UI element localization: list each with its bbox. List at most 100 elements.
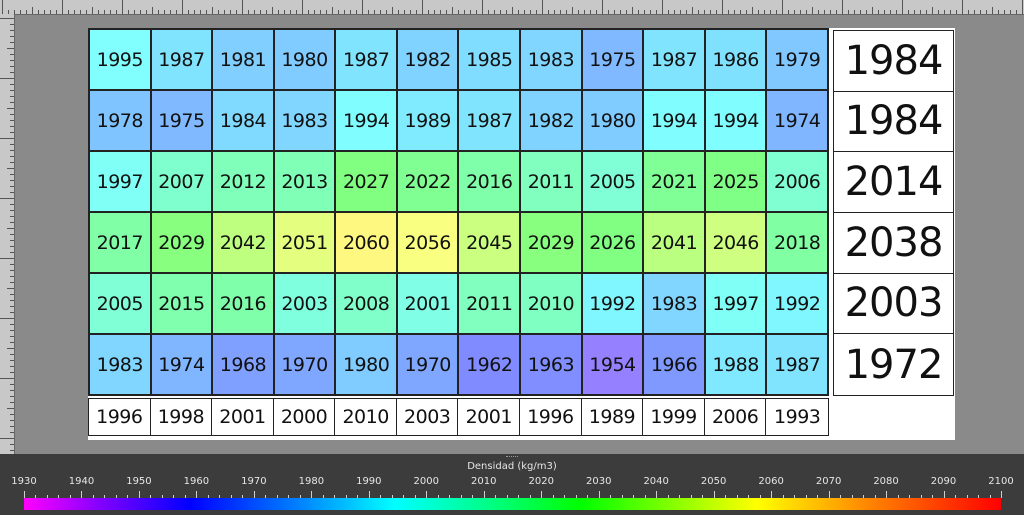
- heatmap-cell: 1979: [766, 29, 828, 90]
- heatmap-cell: 2013: [273, 151, 336, 212]
- colorbar-minor-tick: [196, 491, 198, 498]
- ruler-tick: [890, 10, 891, 14]
- colorbar-title: Densidad (kg/m3): [467, 461, 557, 472]
- heatmap-cell: 1989: [396, 90, 459, 151]
- column-average-cell: 2001: [212, 399, 274, 435]
- ruler-tick: [338, 10, 339, 14]
- ruler-tick: [950, 10, 951, 14]
- ruler-tick: [10, 300, 14, 301]
- heatmap-cell: 2021: [643, 151, 705, 212]
- colorbar-tick-label: 2000: [413, 476, 440, 487]
- heatmap-cell: 1970: [273, 334, 336, 395]
- column-average-cell: 2001: [458, 399, 521, 435]
- ruler-tick: [10, 450, 14, 451]
- ruler-tick: [200, 10, 201, 14]
- ruler-tick: [776, 10, 777, 14]
- heatmap-cell: 1963: [520, 334, 582, 395]
- ruler-tick: [10, 372, 14, 373]
- ruler-tick: [662, 0, 663, 14]
- ruler-tick: [236, 10, 237, 14]
- heatmap-cell: 2006: [766, 151, 828, 212]
- ruler-tick: [734, 10, 735, 14]
- ruler-tick: [938, 10, 939, 14]
- row-average-cell: 1984: [834, 31, 953, 92]
- ruler-tick: [692, 7, 693, 14]
- heatmap-cell: 1994: [704, 90, 767, 151]
- ruler-tick: [10, 36, 14, 37]
- ruler-tick: [278, 10, 279, 14]
- density-heatmap: 1995 1987 1981 1980 1987 1982 1985 1983 1975 1987…: [88, 28, 829, 396]
- ruler-tick: [932, 7, 933, 14]
- ruler-tick: [590, 10, 591, 14]
- ruler-tick: [638, 10, 639, 14]
- column-average-cell: 1996: [520, 399, 582, 435]
- ruler-tick: [728, 10, 729, 14]
- ruler-tick: [830, 10, 831, 14]
- ruler-tick: [908, 10, 909, 14]
- ruler-tick: [194, 10, 195, 14]
- ruler-tick: [10, 114, 14, 115]
- column-average-cell: 1999: [643, 399, 705, 435]
- ruler-tick: [10, 426, 14, 427]
- ruler-tick: [584, 10, 585, 14]
- colorbar-tick-label: 1940: [68, 476, 95, 487]
- heatmap-cell: 2015: [150, 273, 213, 334]
- ruler-tick: [494, 10, 495, 14]
- ruler-tick: [800, 10, 801, 14]
- ruler-tick: [10, 384, 14, 385]
- ruler-tick: [10, 270, 14, 271]
- ruler-tick: [10, 186, 14, 187]
- colorbar-tick-label: 2070: [815, 476, 842, 487]
- ruler-tick: [368, 10, 369, 14]
- panel-resize-handle[interactable]: [506, 456, 518, 459]
- heatmap-cell: 2001: [396, 273, 459, 334]
- ruler-tick: [872, 7, 873, 14]
- ruler-tick: [38, 10, 39, 14]
- ruler-tick: [242, 0, 243, 14]
- ruler-tick: [1004, 10, 1005, 14]
- ruler-tick: [152, 7, 153, 14]
- heatmap-cell: 2008: [335, 273, 397, 334]
- ruler-tick: [10, 150, 14, 151]
- colorbar-minor-tick: [368, 491, 370, 498]
- ruler-tick: [998, 10, 999, 14]
- ruler-tick: [182, 0, 183, 14]
- colorbar-tick-label: 2010: [471, 476, 497, 487]
- ruler-tick: [10, 102, 14, 103]
- ruler-tick: [356, 10, 357, 14]
- ruler-tick: [218, 10, 219, 14]
- ruler-tick: [10, 420, 14, 421]
- ruler-tick: [0, 198, 14, 199]
- ruler-tick: [0, 78, 14, 79]
- ruler-tick: [10, 282, 14, 283]
- ruler-tick: [398, 10, 399, 14]
- ruler-tick: [674, 10, 675, 14]
- heatmap-cell: 2029: [150, 212, 213, 273]
- ruler-tick: [68, 10, 69, 14]
- ruler-tick: [818, 10, 819, 14]
- ruler-tick: [500, 10, 501, 14]
- heatmap-cell: 1987: [458, 90, 521, 151]
- colorbar-minor-tick: [1001, 491, 1002, 498]
- ruler-tick: [722, 0, 723, 14]
- column-average-cell: 2006: [705, 399, 767, 435]
- ruler-tick: [10, 234, 14, 235]
- ruler-tick: [896, 10, 897, 14]
- row-average-cell: 2038: [834, 213, 953, 274]
- ruler-tick: [10, 444, 14, 445]
- ruler-tick: [0, 18, 14, 19]
- ruler-tick: [10, 240, 14, 241]
- heatmap-cell: 2007: [150, 151, 213, 212]
- ruler-tick: [1016, 10, 1017, 14]
- ruler-tick: [10, 264, 14, 265]
- row-average-cell: 1972: [844, 341, 944, 388]
- ruler-tick: [10, 216, 14, 217]
- colorbar-tick-label: 2040: [643, 476, 669, 487]
- ruler-tick: [974, 10, 975, 14]
- ruler-tick: [350, 10, 351, 14]
- ruler-tick: [10, 162, 14, 163]
- row-average-cell: 2014: [834, 152, 953, 213]
- ruler-tick: [980, 10, 981, 14]
- heatmap-cell: 2022: [396, 151, 459, 212]
- ruler-tick: [0, 318, 14, 319]
